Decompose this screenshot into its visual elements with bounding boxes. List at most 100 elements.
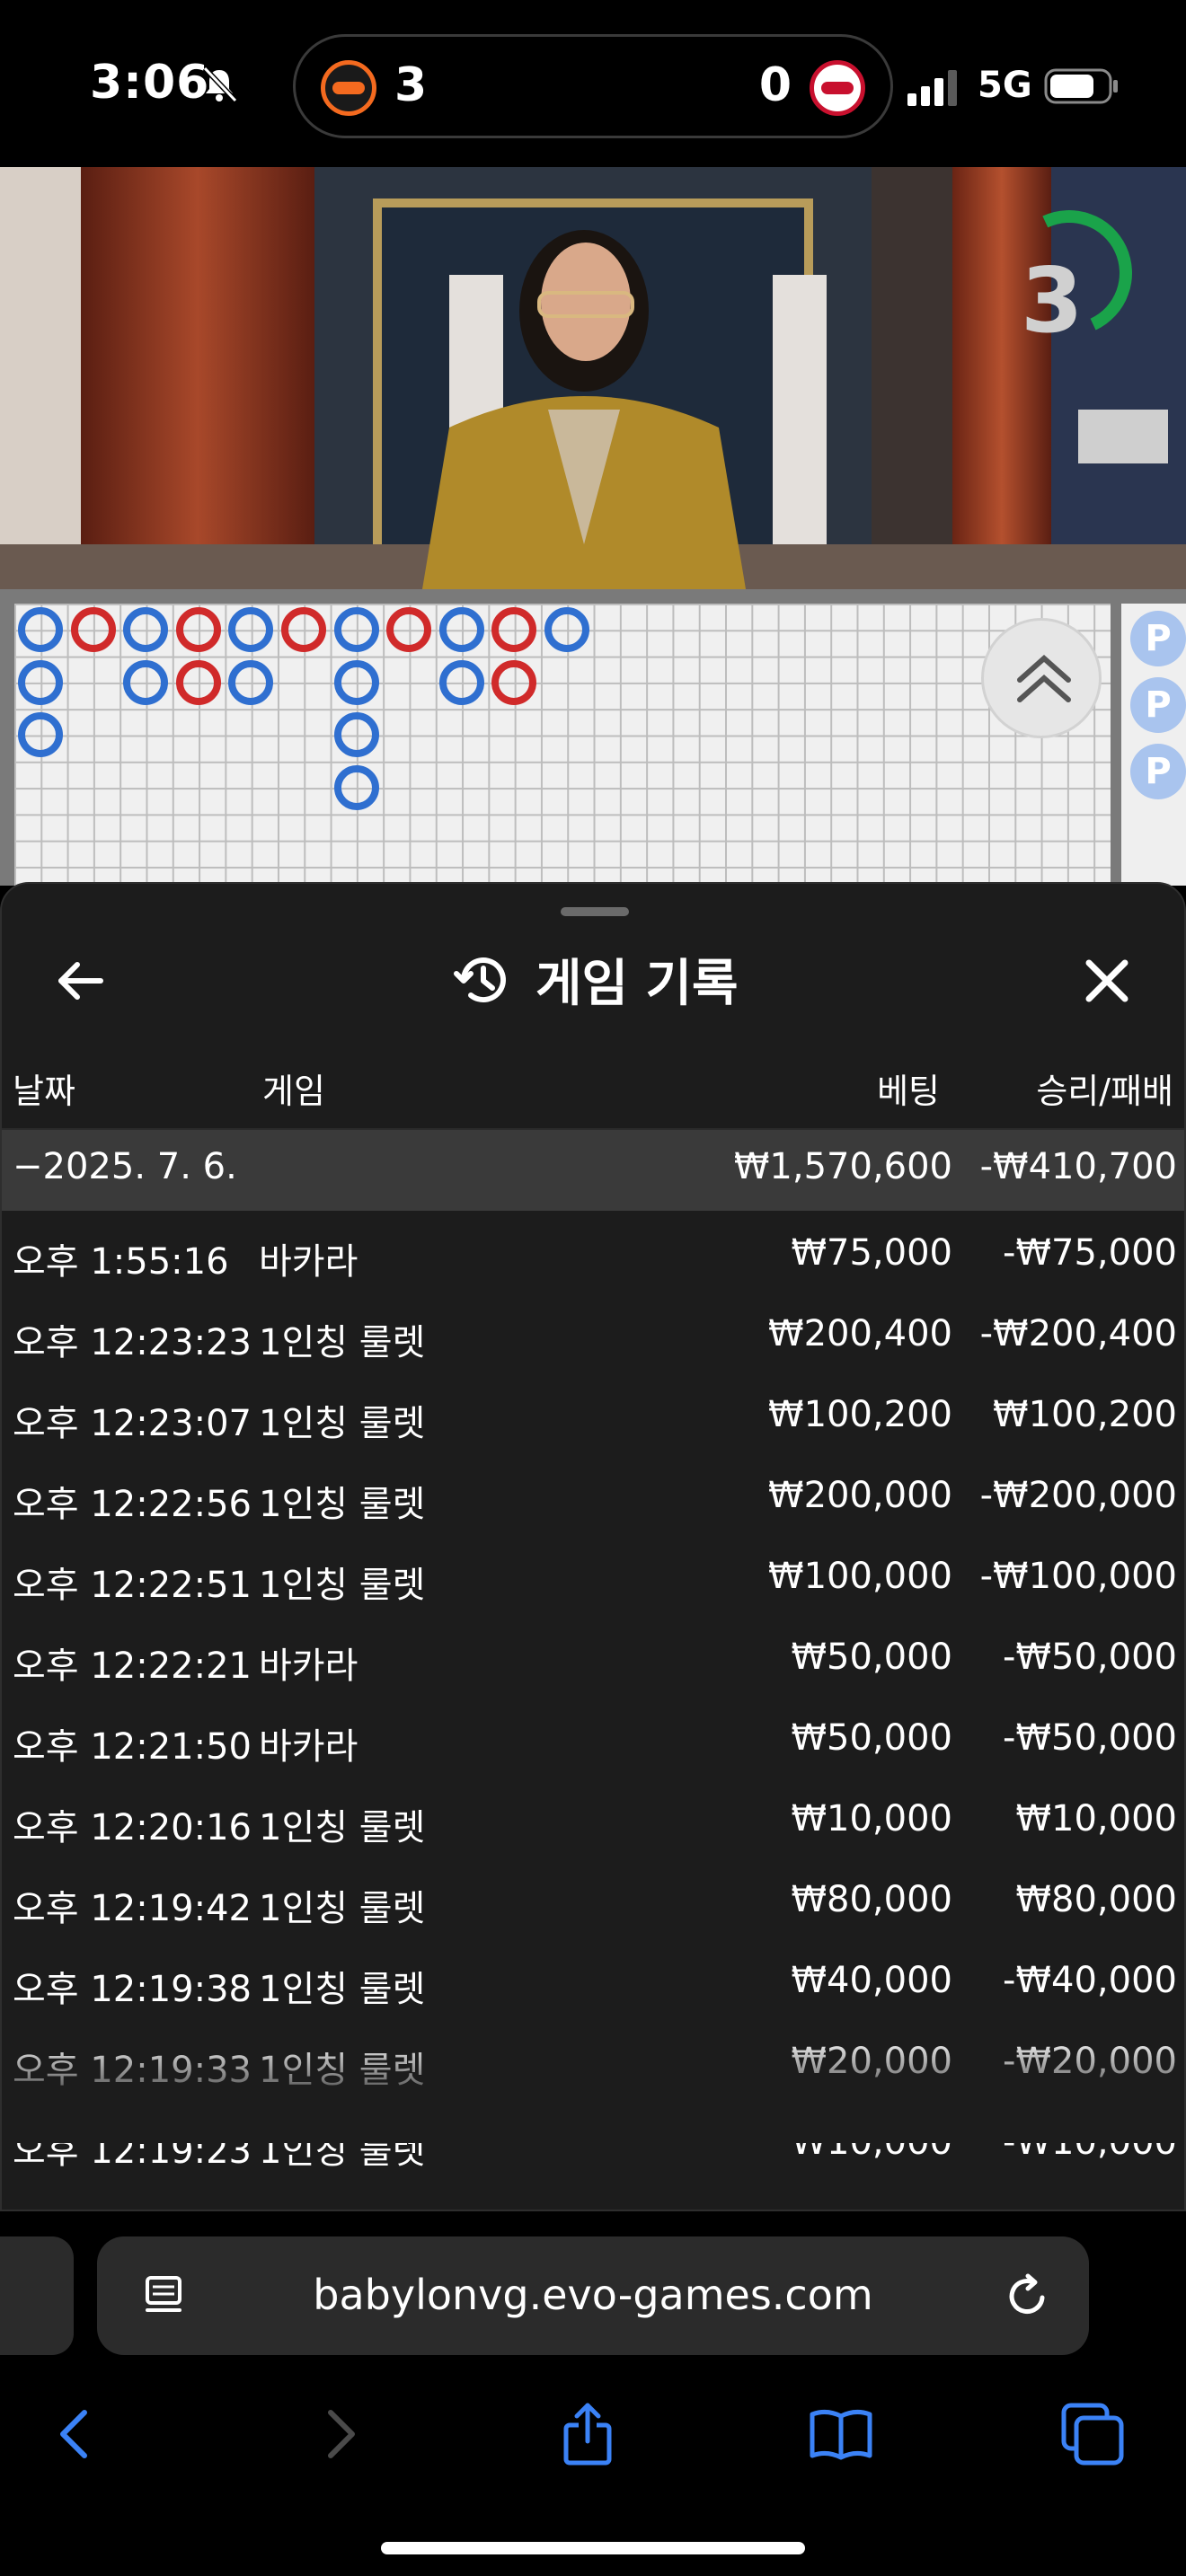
- history-game: 1인칭 룰렛: [259, 1565, 426, 1606]
- status-bar: 3:06 3 0 5G: [0, 0, 1186, 167]
- side-player-badge: P: [1130, 677, 1186, 733]
- bookmarks-icon[interactable]: [805, 2398, 877, 2470]
- reload-icon[interactable]: [1003, 2271, 1053, 2321]
- history-result: -₩50,000: [1003, 1717, 1177, 1759]
- player-result-marker: [228, 659, 274, 705]
- countdown-number: 3: [1021, 248, 1084, 353]
- browser-back-icon[interactable]: [41, 2398, 113, 2470]
- history-time: 오후 12:20:16: [13, 1807, 252, 1848]
- history-result: -₩75,000: [1003, 1232, 1177, 1274]
- side-player-badge: P: [1130, 611, 1186, 666]
- player-result-marker: [544, 607, 589, 652]
- history-row[interactable]: 오후 12:20:16 1인칭 룰렛 ₩10,000 ₩10,000: [2, 1786, 1184, 1866]
- player-result-marker: [18, 607, 63, 652]
- network-type: 5G: [978, 65, 1032, 106]
- history-game: 1인칭 룰렛: [259, 1484, 426, 1525]
- history-game: 1인칭 룰렛: [259, 1403, 426, 1444]
- history-result: ₩10,000: [1015, 1798, 1177, 1839]
- player-result-marker: [333, 607, 379, 652]
- previous-tab-peek[interactable]: [0, 2236, 74, 2355]
- history-game: 바카라: [259, 1241, 358, 1283]
- history-time: 오후 1:55:16: [13, 1241, 229, 1283]
- history-game: 1인칭 룰렛: [259, 1969, 426, 2010]
- player-result-marker: [333, 712, 379, 758]
- cellular-signal-icon: [907, 70, 957, 106]
- history-row[interactable]: 오후 12:23:07 1인칭 룰렛 ₩100,200 ₩100,200: [2, 1381, 1184, 1462]
- history-result: -₩100,000: [979, 1556, 1177, 1597]
- browser-toolbar: babylonvg.evo-games.com: [0, 2211, 1186, 2576]
- live-activity-scoreboard[interactable]: 3 0: [293, 34, 893, 138]
- history-row[interactable]: 오후 12:21:50 바카라 ₩50,000 -₩50,000: [2, 1705, 1184, 1786]
- column-header-game: 게임: [262, 1072, 325, 1111]
- close-icon[interactable]: [1080, 954, 1134, 1008]
- history-time: 오후 12:23:23: [13, 1322, 252, 1363]
- history-row[interactable]: 오후 12:22:51 1인칭 룰렛 ₩100,000 -₩100,000: [2, 1543, 1184, 1624]
- tabs-icon[interactable]: [1057, 2398, 1128, 2470]
- history-bet: ₩100,000: [768, 1556, 952, 1597]
- game-history-panel: 게임 기록 날짜 게임 베팅 승리/패배 −2025. 7. 6. ₩1,570…: [0, 882, 1186, 2211]
- player-result-marker: [18, 659, 63, 705]
- bell-off-icon: [202, 66, 238, 103]
- history-game: 1인칭 룰렛: [259, 1322, 426, 1363]
- chevron-up-double-icon: [1017, 654, 1071, 702]
- history-result: -₩200,000: [979, 1475, 1177, 1516]
- banker-result-marker: [175, 659, 221, 705]
- history-game: 바카라: [259, 1645, 358, 1687]
- history-game: 1인칭 룰렛: [259, 1807, 426, 1848]
- history-bet: ₩10,000: [791, 1798, 952, 1839]
- history-row[interactable]: 오후 12:23:23 1인칭 룰렛 ₩200,400 -₩200,400: [2, 1301, 1184, 1381]
- history-bet: ₩40,000: [791, 1960, 952, 2001]
- history-bet: ₩100,200: [768, 1394, 952, 1435]
- history-game: 바카라: [259, 1726, 358, 1768]
- share-icon[interactable]: [552, 2398, 624, 2470]
- collapse-button[interactable]: [981, 618, 1102, 738]
- history-bet: ₩75,000: [791, 1232, 952, 1274]
- side-player-badge: P: [1130, 744, 1186, 799]
- column-header-result: 승리/패배: [1036, 1072, 1173, 1111]
- column-header-bet: 베팅: [877, 1072, 940, 1111]
- sheet-drag-handle[interactable]: [561, 907, 629, 916]
- history-row[interactable]: 오후 12:19:42 1인칭 룰렛 ₩80,000 ₩80,000: [2, 1866, 1184, 1947]
- status-time: 3:06: [90, 56, 210, 110]
- history-icon: [454, 957, 506, 1003]
- history-time: 오후 12:22:21: [13, 1645, 252, 1687]
- date-group-bet-total: ₩1,570,600: [733, 1146, 952, 1187]
- history-bet: ₩50,000: [791, 1717, 952, 1759]
- dealer-video-frame: [0, 167, 1186, 589]
- address-bar[interactable]: babylonvg.evo-games.com: [97, 2236, 1089, 2355]
- history-result: -₩40,000: [1003, 1960, 1177, 2001]
- date-group-label: −2025. 7. 6.: [13, 1146, 237, 1187]
- right-team-score: 0: [758, 58, 792, 112]
- player-result-marker: [333, 764, 379, 810]
- history-row[interactable]: 오후 12:22:21 바카라 ₩50,000 -₩50,000: [2, 1624, 1184, 1705]
- battery-icon: [1044, 68, 1118, 104]
- player-result-marker: [123, 607, 169, 652]
- banker-result-marker: [70, 607, 116, 652]
- history-result: -₩50,000: [1003, 1636, 1177, 1678]
- player-result-marker: [333, 659, 379, 705]
- history-row[interactable]: 오후 1:55:16 바카라 ₩75,000 -₩75,000: [2, 1220, 1184, 1301]
- eagles-logo-icon: [321, 60, 376, 116]
- history-time: 오후 12:22:51: [13, 1565, 252, 1606]
- history-bet: ₩50,000: [791, 1636, 952, 1678]
- history-result: ₩80,000: [1015, 1879, 1177, 1920]
- history-time: 오후 12:21:50: [13, 1726, 252, 1768]
- history-time: 오후 12:19:38: [13, 1969, 252, 2010]
- browser-forward-icon[interactable]: [302, 2398, 374, 2470]
- history-row[interactable]: 오후 12:22:56 1인칭 룰렛 ₩200,000 -₩200,000: [2, 1462, 1184, 1543]
- banker-result-marker: [175, 607, 221, 652]
- live-dealer-video[interactable]: 3: [0, 167, 1186, 589]
- panel-title: 게임 기록: [535, 955, 739, 1013]
- history-bet: ₩80,000: [791, 1879, 952, 1920]
- baccarat-roadmap: P P P: [0, 589, 1186, 886]
- history-bet: ₩200,000: [768, 1475, 952, 1516]
- history-time: 오후 12:23:07: [13, 1403, 252, 1444]
- player-result-marker: [18, 712, 63, 758]
- history-time: 오후 12:22:56: [13, 1484, 252, 1525]
- history-row[interactable]: 오후 12:19:38 1인칭 룰렛 ₩40,000 -₩40,000: [2, 1947, 1184, 2028]
- back-arrow-icon[interactable]: [54, 954, 108, 1008]
- url-text: babylonvg.evo-games.com: [313, 2271, 873, 2319]
- roadmap-side-strip: P P P: [1121, 604, 1186, 886]
- date-group-row[interactable]: −2025. 7. 6. ₩1,570,600 -₩410,700: [2, 1130, 1184, 1211]
- player-result-marker: [438, 607, 484, 652]
